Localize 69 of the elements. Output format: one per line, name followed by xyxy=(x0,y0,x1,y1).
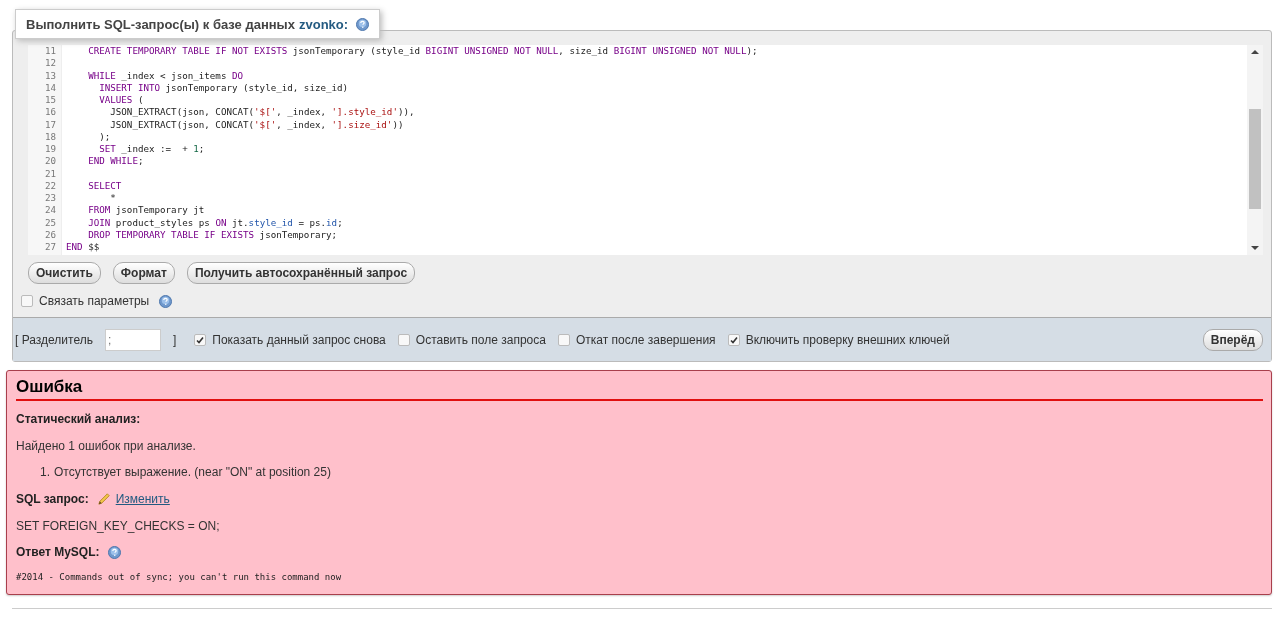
section-heading: Ответ MySQL: xyxy=(16,545,100,559)
line-number: 22 xyxy=(43,179,56,192)
bracket-text: ] xyxy=(172,333,177,347)
mysql-response: #2014 - Commands out of sync; you can't run this command now xyxy=(16,572,343,582)
code-line: DROP TEMPORARY TABLE IF EXISTS jsonTemporary; xyxy=(87,228,339,241)
panel-title: Выполнить SQL-запрос(ы) к базе данных xyxy=(26,17,295,32)
code-line: END $$ xyxy=(66,241,101,254)
help-icon[interactable] xyxy=(107,545,121,559)
checkbox-label[interactable]: Связать параметры xyxy=(39,294,150,308)
line-number: 16 xyxy=(43,106,56,119)
submit-button[interactable]: Вперёд xyxy=(1202,329,1263,351)
code-line: FROM jsonTemporary jt xyxy=(87,204,206,217)
scrollbar-thumb[interactable] xyxy=(1249,109,1261,209)
section-heading: Статический анализ: xyxy=(16,412,142,426)
line-number: 21 xyxy=(43,167,56,180)
line-number: 25 xyxy=(43,216,56,229)
list-number: 1. xyxy=(40,465,50,479)
line-number: 17 xyxy=(43,118,56,131)
line-number: 26 xyxy=(43,228,56,241)
checkbox-label[interactable]: Включить проверку внешних ключей xyxy=(745,333,950,347)
checkbox[interactable] xyxy=(397,334,410,346)
line-number: 27 xyxy=(43,241,56,254)
error-summary: Найдено 1 ошибок при анализе. xyxy=(16,439,197,453)
code-line: WHILE _index < json_items DO xyxy=(87,69,245,82)
edit-link[interactable]: Изменить xyxy=(115,491,170,506)
delimiter-field[interactable]: ; xyxy=(104,329,161,351)
code-line: END WHILE; xyxy=(87,155,145,168)
line-number: 18 xyxy=(43,130,56,143)
pencil-icon[interactable] xyxy=(96,491,112,506)
line-number: 24 xyxy=(43,204,56,217)
delimiter-label: [ Разделитель xyxy=(15,333,93,347)
action-button[interactable]: Очистить xyxy=(28,262,101,284)
checkbox-label[interactable]: Откат после завершения xyxy=(575,333,716,347)
code-line: JOIN product_styles ps ON jt.style_id = ps.id; xyxy=(87,216,344,229)
action-button[interactable]: Формат xyxy=(112,262,175,284)
code-line: JSON_EXTRACT(json, CONCAT('$[', _index, '].size_id')) xyxy=(109,118,405,131)
code-line: * xyxy=(109,192,117,205)
code-line: VALUES ( xyxy=(98,94,145,107)
code-line: SET _index := + 1; xyxy=(98,143,206,156)
database-name: zvonko: xyxy=(298,17,349,32)
checkbox-label[interactable]: Показать данный запрос снова xyxy=(212,333,386,347)
checkbox-label[interactable]: Оставить поле запроса xyxy=(415,333,546,347)
code-line: INSERT INTO jsonTemporary (style_id, size_id) xyxy=(98,81,350,94)
checkbox[interactable] xyxy=(727,334,740,346)
checkbox[interactable] xyxy=(194,334,207,346)
line-number: 12 xyxy=(43,57,56,70)
scroll-up-arrow-icon[interactable] xyxy=(1251,50,1259,54)
line-number: 20 xyxy=(43,155,56,168)
line-number: 15 xyxy=(43,94,56,107)
scrollbar[interactable] xyxy=(1247,45,1263,255)
scroll-down-arrow-icon[interactable] xyxy=(1251,246,1259,250)
error-title: Ошибка xyxy=(16,377,1263,401)
action-button[interactable]: Получить автосохранённый запрос xyxy=(186,262,416,284)
line-number: 11 xyxy=(43,45,56,58)
line-number: 19 xyxy=(43,143,56,156)
help-icon[interactable] xyxy=(159,294,173,308)
help-icon[interactable] xyxy=(356,18,370,31)
checkbox[interactable] xyxy=(21,295,33,307)
line-number: 13 xyxy=(43,69,56,82)
section-heading: SQL запрос: xyxy=(16,491,89,506)
code-line: SELECT xyxy=(87,179,123,192)
code-line: JSON_EXTRACT(json, CONCAT('$[', _index, '].style_id')), xyxy=(109,106,416,119)
code-line: CREATE TEMPORARY TABLE IF NOT EXISTS jsonTemporary (style_id BIGINT UNSIGNED NOT NULL, size_id BIGINT UNSIGNED NOT NULL); xyxy=(87,45,759,58)
sql-query-text: SET FOREIGN_KEY_CHECKS = ON; xyxy=(16,519,221,533)
line-number: 23 xyxy=(43,192,56,205)
line-number: 14 xyxy=(43,81,56,94)
checkbox[interactable] xyxy=(557,334,570,346)
error-message: Отсутствует выражение. (near "ON" at position 25) xyxy=(54,465,331,479)
code-line: ); xyxy=(98,130,112,143)
